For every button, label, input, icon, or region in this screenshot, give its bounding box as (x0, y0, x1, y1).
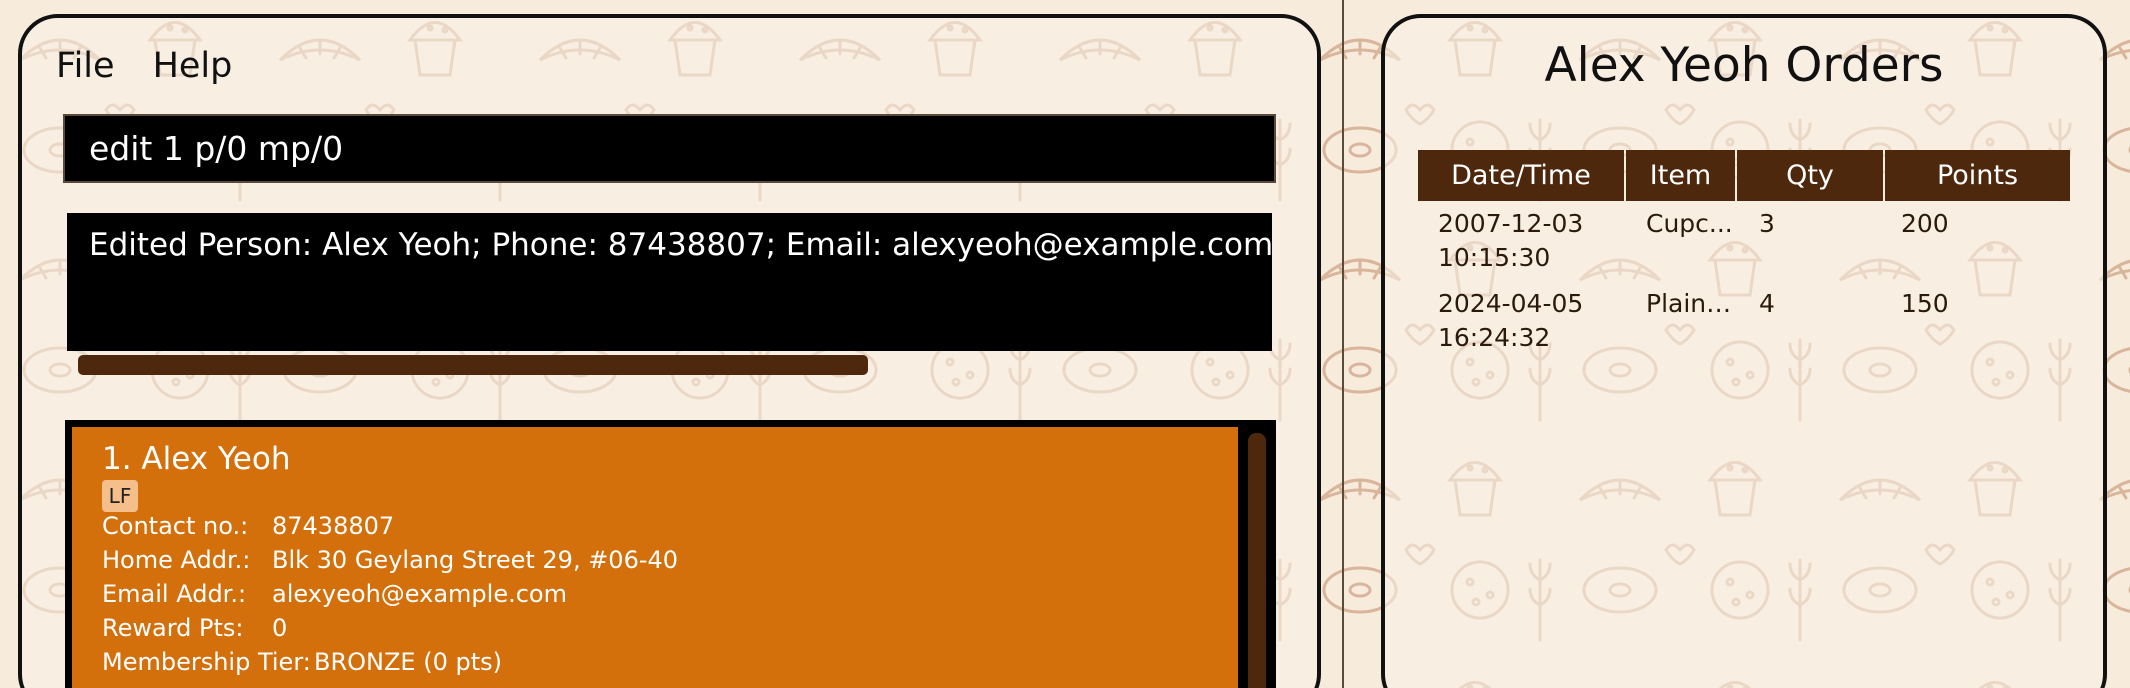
orders-title: Alex Yeoh Orders (1544, 38, 1944, 93)
address-label: Home Addr.: (102, 546, 251, 574)
address-value: Blk 30 Geylang Street 29, #06-40 (272, 546, 679, 574)
table-row[interactable]: 2007-12-03 10:15:30 Cupc... 3 200 (1418, 201, 2070, 281)
person-name: 1. Alex Yeoh (102, 441, 291, 477)
order-qty: 3 (1759, 209, 1775, 238)
order-qty: 4 (1759, 289, 1775, 318)
contact-value: 87438807 (272, 512, 395, 540)
orders-table: Date/Time Item Qty Points 2007-12-03 10:… (1418, 150, 2070, 361)
column-header-qty[interactable]: Qty (1737, 150, 1883, 201)
email-value: alexyeoh@example.com (272, 580, 567, 608)
order-time: 16:24:32 (1438, 323, 1551, 352)
split-pane-divider[interactable] (1342, 0, 1344, 688)
menu-file[interactable]: File (56, 46, 115, 86)
order-datetime: 2024-04-05 16:24:32 (1418, 287, 1624, 361)
menu-bar: File Help (56, 46, 232, 86)
column-header-datetime[interactable]: Date/Time (1418, 150, 1624, 201)
command-input[interactable]: edit 1 p/0 mp/0 (63, 114, 1276, 183)
order-points: 200 (1901, 209, 1949, 238)
table-row[interactable]: 2024-04-05 16:24:32 Plain ... 4 150 (1418, 281, 2070, 361)
result-display[interactable]: Edited Person: Alex Yeoh; Phone: 8743880… (67, 213, 1272, 351)
order-points: 150 (1901, 289, 1949, 318)
menu-help[interactable]: Help (153, 46, 233, 86)
reward-points-value: 0 (272, 614, 288, 642)
order-item: Plain ... (1646, 289, 1733, 318)
result-text: Edited Person: Alex Yeoh; Phone: 8743880… (89, 227, 1272, 263)
scrollbar-thumb[interactable] (1248, 433, 1266, 688)
column-header-points[interactable]: Points (1885, 150, 2070, 201)
order-datetime: 2007-12-03 10:15:30 (1418, 207, 1624, 281)
person-card[interactable]: 1. Alex Yeoh LF Contact no.: 87438807 Ho… (72, 427, 1238, 688)
column-header-item[interactable]: Item (1626, 150, 1735, 201)
email-label: Email Addr.: (102, 580, 247, 608)
status-bar (78, 355, 868, 375)
membership-tier-value: BRONZE (0 pts) (314, 648, 502, 676)
order-item: Cupc... (1646, 209, 1733, 238)
order-date: 2024-04-05 (1438, 289, 1584, 318)
reward-points-label: Reward Pts: (102, 614, 244, 642)
person-tag: LF (102, 480, 138, 512)
contact-label: Contact no.: (102, 512, 249, 540)
orders-table-header: Date/Time Item Qty Points (1418, 150, 2070, 201)
order-time: 10:15:30 (1438, 243, 1551, 272)
order-date: 2007-12-03 (1438, 209, 1584, 238)
membership-tier-label: Membership Tier: (102, 648, 311, 676)
